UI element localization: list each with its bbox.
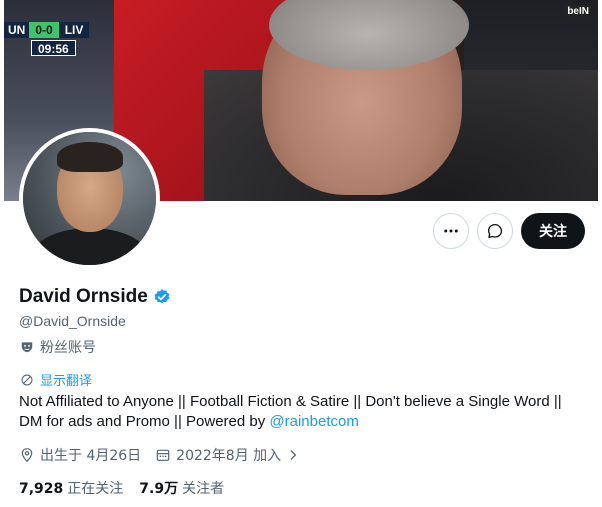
scoreboard: UN 0-0 LIV [4,22,90,38]
score-away-team: LIV [58,22,90,38]
translate-icon [21,374,33,385]
profile-bio: Not Affiliated to Anyone || Football Fic… [19,392,589,432]
translate-label: 显示翻译 [40,374,93,389]
following-label: 正在关注 [67,481,124,497]
followers-count: 7.9万 [139,481,179,497]
birthday-item: 出生于 4月26日 [19,445,141,465]
joined-item[interactable]: 2022年8月 加入 [155,445,300,465]
message-button[interactable] [477,213,513,249]
parody-label[interactable]: 粉丝账号 [20,337,96,357]
mask-icon [21,342,33,353]
translate-link[interactable]: 显示翻译 [20,370,92,389]
more-button[interactable] [433,213,469,249]
location-pin-icon [21,448,33,463]
calendar-icon [156,449,170,461]
joined-text: 2022年8月 加入 [176,448,282,464]
avatar[interactable] [19,128,160,269]
following-count: 7,928 [19,481,64,497]
profile-meta: 出生于 4月26日 2022年8月 加入 [19,445,300,465]
followers-link[interactable]: 7.9万 关注者 [139,478,224,498]
follow-button[interactable]: 关注 [521,213,585,249]
profile-name-row: David Ornside [19,286,171,308]
followers-label: 关注者 [182,481,225,497]
profile-handle: @David_Ornside [19,313,126,329]
verified-badge-icon[interactable] [153,288,171,306]
avatar-hair [57,142,123,172]
more-icon [444,229,458,233]
chevron-right-icon [290,450,297,460]
score-result: 0-0 [29,22,59,38]
message-icon [487,223,503,239]
profile-name: David Ornside [19,286,148,307]
profile-stats: 7,928 正在关注 7.9万 关注者 [19,478,224,498]
match-clock: 09:56 [31,40,76,56]
following-link[interactable]: 7,928 正在关注 [19,478,123,498]
birthday-text: 出生于 4月26日 [40,448,142,464]
bio-mention-link[interactable]: @rainbetcom [269,413,358,430]
broadcaster-logo: beIN [564,5,592,18]
score-home-team: UN [4,22,30,38]
parody-label-text: 粉丝账号 [40,340,96,356]
